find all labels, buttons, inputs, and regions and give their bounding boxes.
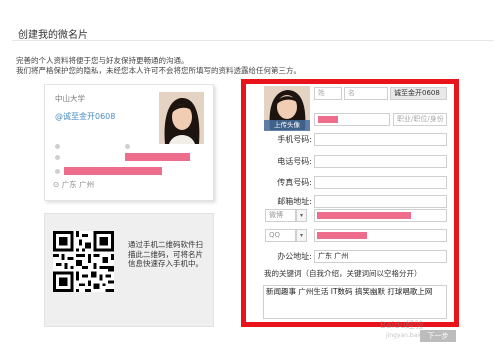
redacted-field (125, 153, 190, 161)
page-title: 创建我的微名片 (18, 30, 88, 41)
card-avatar (159, 92, 204, 144)
qr-code-image (53, 231, 114, 292)
card-location: ⊙ 广东 广州 (53, 179, 94, 190)
mobile-input[interactable] (314, 133, 447, 146)
im-type-select-1[interactable]: 微博 (265, 209, 296, 222)
watermark-logo: Baidu经验 (380, 321, 424, 331)
office-address-input[interactable]: 广东 广州 (314, 250, 447, 263)
nickname-input[interactable]: 诚至金开0608 (390, 87, 447, 100)
position-input[interactable]: 职业/职位/身份 (393, 113, 447, 126)
given-name-input[interactable]: 名 (344, 87, 388, 100)
redacted-field (317, 212, 411, 219)
business-card-preview: 中山大学 @诚至金开0608 ⊙ 广东 广州 (44, 84, 214, 201)
qr-instructions: 通过手机二维码软件扫描此二维码，可将名片信息快速存入手机中。 (128, 240, 203, 268)
redacted-field (64, 167, 162, 175)
company-input[interactable] (314, 113, 390, 126)
location-icon: ⊙ (53, 180, 60, 189)
card-dot (125, 144, 130, 149)
redacted-field (317, 232, 367, 239)
fax-input[interactable] (314, 176, 447, 189)
chevron-down-icon[interactable]: ▾ (296, 209, 307, 222)
im-type-select-2[interactable]: QQ (265, 229, 296, 242)
keywords-label: 我的关键词（自我介绍，关键词间以空格分开） (264, 269, 422, 278)
card-location-text: 广东 广州 (61, 180, 95, 189)
card-dot (55, 155, 60, 160)
fax-label: 传真号码: (277, 178, 312, 187)
phone-label: 电话号码: (277, 157, 312, 166)
email-label: 邮箱地址: (277, 197, 312, 206)
next-step-button[interactable]: 下一步 (420, 330, 456, 342)
intro-line-1: 完善的个人资料将便于您与好友保持更畅通的沟通。 (16, 56, 189, 65)
office-address-label: 办公地址: (277, 252, 312, 261)
email-input[interactable] (314, 195, 447, 208)
keywords-textarea[interactable]: 新闻趣事 广州生活 IT数码 搞笑幽默 打球唱歌上网 (263, 285, 447, 319)
qr-code-panel: 通过手机二维码软件扫描此二维码，可将名片信息快速存入手机中。 (44, 213, 214, 327)
card-dot (55, 169, 60, 174)
redacted-field (318, 116, 338, 123)
im-account-input-2[interactable] (314, 229, 447, 242)
phone-input[interactable] (314, 155, 447, 168)
card-dot (55, 144, 60, 149)
mobile-label: 手机号码: (277, 135, 312, 144)
card-organization: 中山大学 (55, 94, 85, 103)
upload-avatar-button[interactable]: 上传头像 (264, 120, 310, 131)
im-account-input-1[interactable] (314, 209, 447, 222)
intro-line-2: 我们将严格保护您的隐私，未经您本人许可不会将您所填写的资料透露给任何第三方。 (16, 66, 301, 75)
card-handle: @诚至金开0608 (55, 112, 116, 121)
intro-text: 完善的个人资料将便于您与好友保持更畅通的沟通。 我们将严格保护您的隐私，未经您本… (16, 56, 301, 76)
surname-input[interactable]: 姓 (314, 87, 342, 100)
chevron-down-icon[interactable]: ▾ (296, 229, 307, 242)
title-divider (12, 40, 494, 41)
